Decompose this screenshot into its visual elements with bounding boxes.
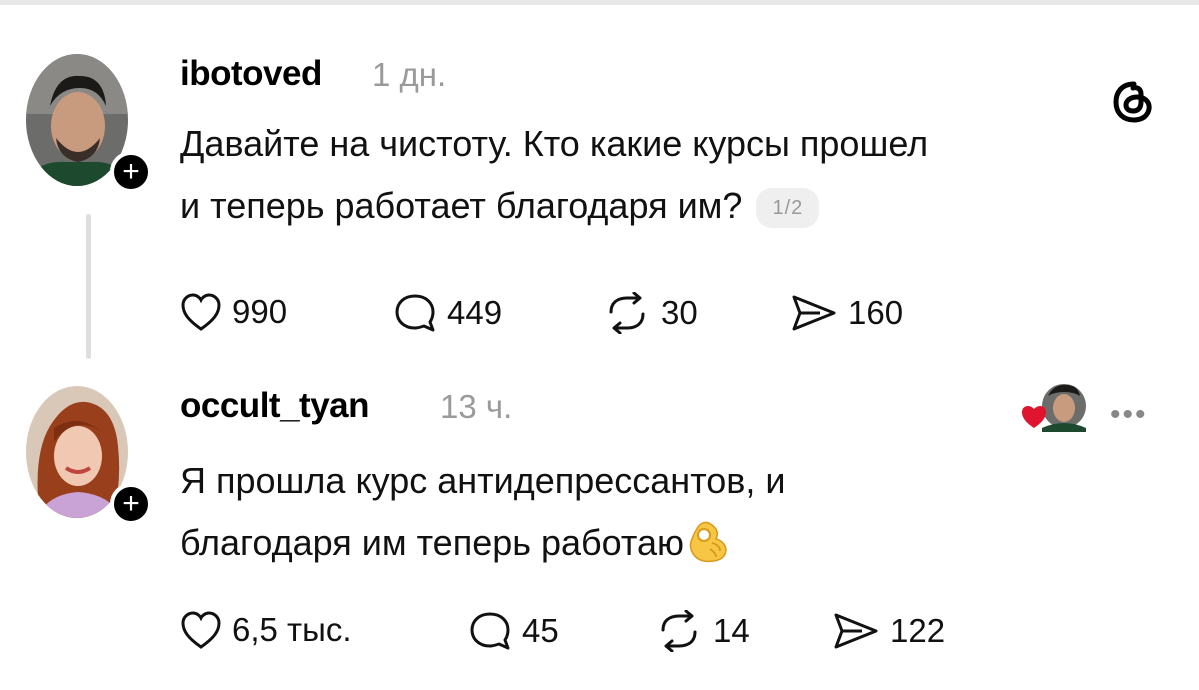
post-like-count: 990 [232, 293, 288, 330]
reply-like-button[interactable]: 6,5 тыс. [180, 610, 352, 650]
ok-hand-emoji-icon [689, 521, 727, 563]
repost-icon [661, 610, 697, 652]
reply-share-count: 122 [890, 612, 946, 649]
reply-comment-count: 45 [522, 612, 559, 649]
page-badge[interactable]: 1/2 [756, 188, 820, 229]
more-icon[interactable]: ••• [1110, 398, 1148, 432]
post-like-button[interactable]: 990 [180, 292, 287, 332]
heart-icon [181, 611, 221, 649]
post-share-count: 160 [848, 294, 904, 331]
follow-plus-icon[interactable]: + [110, 151, 152, 193]
reply-username[interactable]: occult_tyan [180, 386, 370, 426]
reply-text-line-2: благодаря им теперь работаю [180, 512, 786, 574]
reply-share-button[interactable]: 122 [832, 610, 945, 652]
reply-comment-button[interactable]: 45 [468, 610, 559, 652]
share-icon [834, 613, 878, 649]
thread-connector-line [86, 214, 91, 359]
threads-logo-icon[interactable] [1112, 80, 1156, 124]
post-repost-count: 30 [661, 294, 698, 331]
post-username[interactable]: ibotoved [180, 54, 322, 94]
follow-plus-icon-reply[interactable]: + [110, 483, 152, 525]
post-text-line-2: и теперь работает благодаря им? 1/2 [180, 175, 928, 237]
post-comment-count: 449 [447, 294, 503, 331]
post-text: Давайте на чистоту. Кто какие курсы прош… [180, 113, 928, 237]
repost-icon [609, 292, 645, 334]
reply-time: 13 ч. [440, 388, 513, 425]
reply-repost-button[interactable]: 14 [655, 610, 750, 652]
heart-badge-icon [1022, 406, 1046, 428]
post-repost-button[interactable]: 30 [603, 292, 698, 334]
reply-text-line-1: Я прошла курс антидепрессантов, и [180, 460, 786, 501]
post-text-line-2-text: и теперь работает благодаря им? [180, 185, 743, 226]
comment-icon [470, 612, 510, 650]
post-text-line-1: Давайте на чистоту. Кто какие курсы прош… [180, 123, 929, 164]
reply-repost-count: 14 [713, 612, 750, 649]
author-liked-badge [1020, 382, 1090, 434]
post-share-button[interactable]: 160 [790, 292, 903, 334]
share-icon [792, 295, 836, 331]
post-comment-button[interactable]: 449 [393, 292, 502, 334]
reply-like-count: 6,5 тыс. [232, 611, 352, 648]
top-divider [0, 0, 1199, 5]
post-time: 1 дн. [372, 56, 447, 93]
heart-icon [181, 293, 221, 331]
reply-text: Я прошла курс антидепрессантов, и благод… [180, 450, 786, 574]
comment-icon [395, 294, 435, 332]
reply-text-line-2-text: благодаря им теперь работаю [180, 522, 684, 563]
